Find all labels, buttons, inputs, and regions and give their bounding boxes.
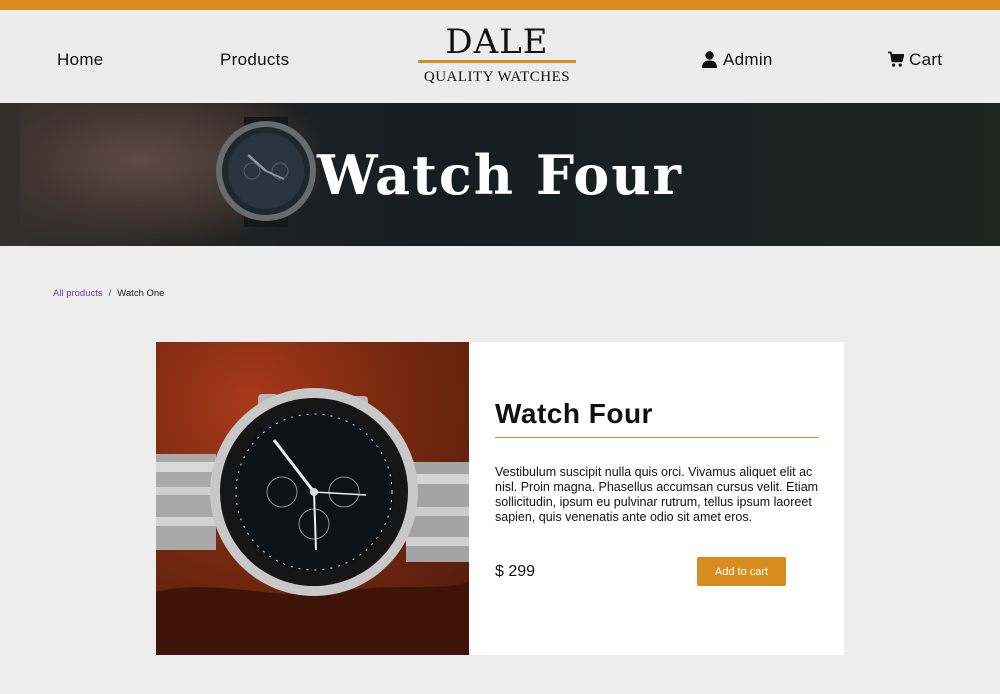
- product-card: Watch Four Vestibulum suscipit nulla qui…: [156, 342, 844, 655]
- title-divider: [495, 437, 818, 438]
- top-accent-bar: [0, 0, 1000, 10]
- nav-admin-label: Admin: [723, 50, 773, 69]
- brand-logo[interactable]: DALE QUALITY WATCHES: [418, 24, 576, 87]
- breadcrumb-separator: /: [108, 288, 112, 299]
- breadcrumb-all-products-link[interactable]: All products: [53, 288, 103, 299]
- product-info: Watch Four Vestibulum suscipit nulla qui…: [469, 342, 844, 655]
- hero-title: Watch Four: [317, 143, 683, 207]
- site-header: Home Products DALE QUALITY WATCHES Admin…: [0, 10, 1000, 103]
- product-price: $ 299: [495, 563, 536, 580]
- hero-banner: Watch Four: [0, 103, 1000, 246]
- nav-home-link[interactable]: Home: [57, 50, 104, 70]
- nav-products-link[interactable]: Products: [220, 50, 290, 70]
- product-image: [156, 342, 469, 655]
- nav-cart-link[interactable]: Cart: [888, 50, 942, 70]
- nav-admin-link[interactable]: Admin: [702, 50, 773, 70]
- product-description: Vestibulum suscipit nulla quis orci. Viv…: [495, 465, 819, 524]
- shopping-cart-icon: [888, 51, 904, 69]
- breadcrumb: All products / Watch One: [53, 288, 164, 299]
- brand-tagline: QUALITY WATCHES: [423, 69, 571, 85]
- breadcrumb-current: Watch One: [117, 288, 165, 299]
- nav-cart-label: Cart: [909, 50, 943, 69]
- add-to-cart-button[interactable]: Add to cart: [697, 557, 786, 586]
- user-icon: [702, 51, 718, 69]
- product-title: Watch Four: [495, 398, 653, 429]
- brand-name: DALE: [445, 22, 549, 62]
